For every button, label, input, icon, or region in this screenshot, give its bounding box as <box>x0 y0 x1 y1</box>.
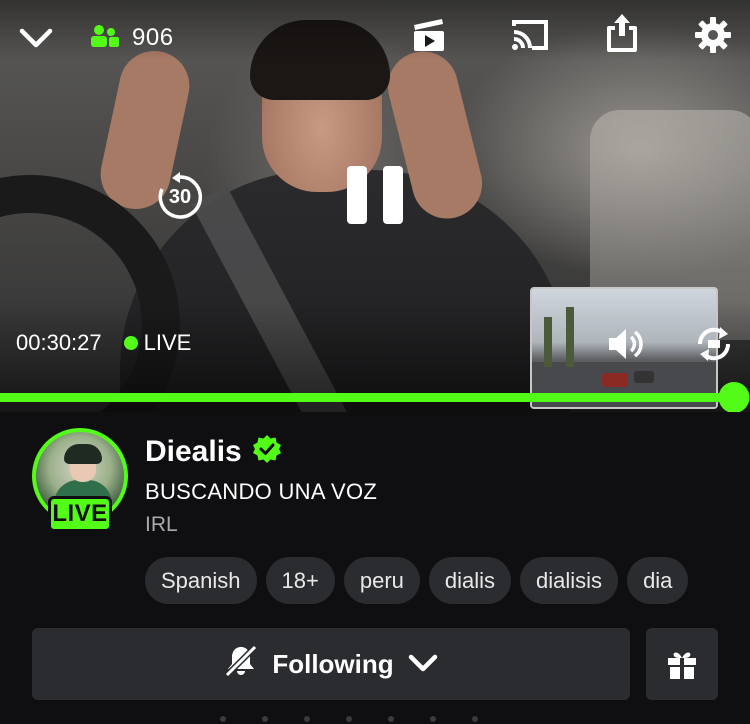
pause-button[interactable] <box>340 162 410 228</box>
live-badge: LIVE <box>48 496 112 532</box>
progress-bar[interactable] <box>0 382 750 412</box>
viewer-count-group: 906 <box>90 24 174 53</box>
gift-button[interactable] <box>646 628 718 700</box>
clip-icon[interactable] <box>408 14 450 56</box>
channel-info-panel: LIVE Diealis BUSCANDO UNA VOZ IRL Spanis… <box>0 412 750 724</box>
cast-icon[interactable] <box>508 14 552 56</box>
rewind-30-button[interactable]: 30 <box>154 171 206 223</box>
elapsed-time: 00:30:27 <box>16 330 102 355</box>
pause-icon <box>347 166 403 224</box>
live-indicator[interactable]: LIVE <box>123 330 192 356</box>
swap-camera-icon <box>697 327 731 361</box>
tag[interactable]: 18+ <box>265 557 335 604</box>
avatar-art-hair <box>64 444 102 464</box>
tag[interactable]: Spanish <box>145 557 257 604</box>
streamer-name[interactable]: Diealis <box>145 435 242 469</box>
stream-category[interactable]: IRL <box>145 513 377 537</box>
pip-car <box>634 371 654 383</box>
volume-button[interactable] <box>603 322 647 366</box>
tag[interactable]: peru <box>343 557 420 604</box>
pip-tree <box>566 307 574 367</box>
viewers-icon <box>90 24 120 53</box>
playback-status: 00:30:27 LIVE <box>16 330 191 356</box>
name-row: Diealis <box>145 434 377 469</box>
progress-fill <box>0 393 734 402</box>
live-dot-icon <box>123 336 138 350</box>
video-player[interactable]: 906 30 00:30:27 LIVE <box>0 0 750 412</box>
stream-title: BUSCANDO UNA VOZ <box>145 479 378 504</box>
gear-icon[interactable] <box>692 14 734 56</box>
progress-thumb[interactable] <box>718 382 749 412</box>
avatar-wrapper[interactable]: LIVE <box>32 428 128 532</box>
tag[interactable]: dia <box>627 557 689 604</box>
tag[interactable]: dialis <box>428 557 512 604</box>
volume-icon <box>609 329 643 359</box>
following-label: Following <box>272 648 394 679</box>
pip-car <box>602 373 628 387</box>
live-label: LIVE <box>143 330 192 355</box>
chevron-down-icon <box>408 649 438 680</box>
channel-meta: Diealis BUSCANDO UNA VOZ IRL <box>145 434 377 537</box>
player-top-left: 906 <box>16 18 174 58</box>
chevron-down-icon[interactable] <box>16 18 56 58</box>
swap-camera-button[interactable] <box>692 322 736 366</box>
tag[interactable]: dialisis <box>520 557 619 604</box>
viewer-count: 906 <box>132 24 174 51</box>
rewind-seconds-label: 30 <box>168 185 192 208</box>
chat-preview-edge <box>220 716 478 722</box>
share-icon[interactable] <box>602 10 642 54</box>
tag-list: Spanish 18+ peru dialis dialisis dia <box>145 557 718 605</box>
gift-icon <box>668 652 696 679</box>
verified-badge-icon <box>252 434 282 469</box>
following-button[interactable]: Following <box>32 628 630 700</box>
bell-off-icon <box>224 644 258 685</box>
pip-tree <box>544 317 552 367</box>
